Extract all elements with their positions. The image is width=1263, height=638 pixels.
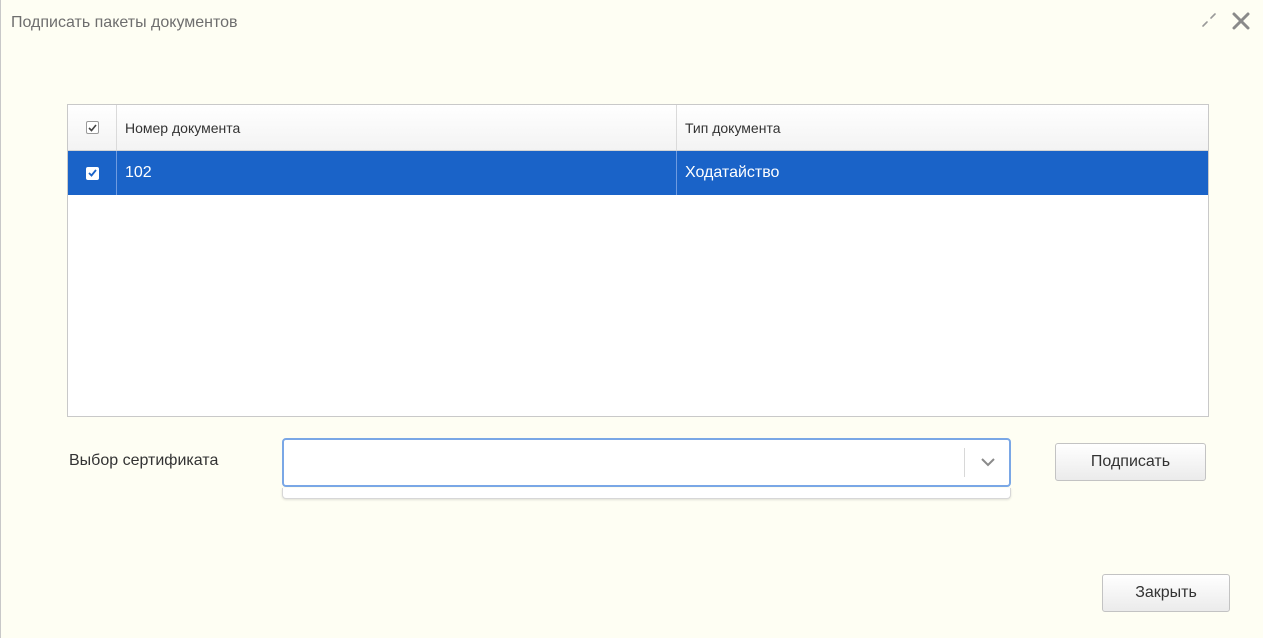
sign-button[interactable]: Подписать xyxy=(1055,443,1206,481)
chevron-down-icon[interactable] xyxy=(979,455,997,469)
column-header-type-label: Тип документа xyxy=(685,119,781,136)
dialog-title-bar: Подписать пакеты документов xyxy=(1,0,1263,48)
grid-header: Номер документа Тип документа xyxy=(68,105,1208,151)
expand-icon[interactable] xyxy=(1199,10,1219,30)
header-select-cell xyxy=(68,105,117,150)
certificate-select[interactable] xyxy=(282,438,1011,487)
checkmark-icon xyxy=(87,123,97,132)
row-number-cell: 102 xyxy=(117,151,677,195)
certificate-dropdown-list[interactable] xyxy=(282,488,1011,499)
dialog-title: Подписать пакеты документов xyxy=(11,14,238,31)
row-select-cell xyxy=(68,151,117,195)
row-type-cell: Ходатайство xyxy=(677,151,1208,195)
close-button[interactable]: Закрыть xyxy=(1102,574,1230,612)
column-header-number[interactable]: Номер документа xyxy=(117,105,677,150)
select-all-checkbox[interactable] xyxy=(85,121,99,134)
table-row[interactable]: 102 Ходатайство xyxy=(68,151,1208,195)
documents-grid: Номер документа Тип документа 102 Ходата… xyxy=(67,104,1209,417)
document-number: 102 xyxy=(125,164,152,181)
certificate-label: Выбор сертификата xyxy=(69,452,219,469)
column-header-number-label: Номер документа xyxy=(125,119,241,136)
column-header-type[interactable]: Тип документа xyxy=(677,105,1208,150)
close-icon[interactable] xyxy=(1229,9,1253,33)
document-type: Ходатайство xyxy=(685,164,780,181)
select-divider xyxy=(964,448,965,477)
checkmark-icon xyxy=(87,169,97,177)
sign-packages-dialog: Подписать пакеты документов Номер докуме… xyxy=(0,0,1263,638)
row-checkbox[interactable] xyxy=(85,166,99,180)
